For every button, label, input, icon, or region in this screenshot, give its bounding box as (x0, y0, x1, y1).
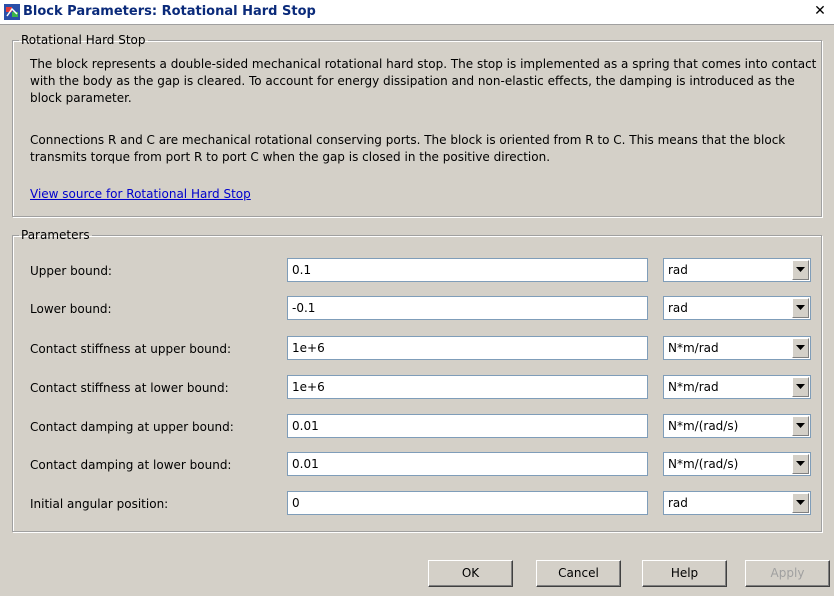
chevron-down-icon[interactable] (792, 298, 809, 318)
initial-position-unit-select[interactable]: rad (663, 491, 811, 515)
stiffness-lower-unit-select[interactable]: N*m/rad (663, 375, 811, 399)
upper-bound-unit-select[interactable]: rad (663, 258, 811, 282)
help-button[interactable]: Help (642, 560, 727, 587)
lower-bound-unit-value: rad (668, 301, 688, 315)
damping-lower-input[interactable] (287, 452, 648, 476)
initial-position-input[interactable] (287, 491, 648, 515)
stiffness-upper-unit-select[interactable]: N*m/rad (663, 336, 811, 360)
block-group-legend: Rotational Hard Stop (21, 33, 146, 47)
chevron-down-icon[interactable] (792, 338, 809, 358)
window-title: Block Parameters: Rotational Hard Stop (23, 4, 316, 19)
apply-button[interactable]: Apply (745, 560, 830, 587)
upper-bound-input[interactable] (287, 258, 648, 282)
close-icon[interactable]: ✕ (812, 3, 828, 19)
param-label-lower-bound: Lower bound: (30, 302, 112, 316)
view-source-link[interactable]: View source for Rotational Hard Stop (30, 187, 251, 201)
stiffness-lower-input[interactable] (287, 375, 648, 399)
damping-lower-unit-select[interactable]: N*m/(rad/s) (663, 452, 811, 476)
block-description-text-2: Connections R and C are mechanical rotat… (30, 133, 786, 164)
ok-button[interactable]: OK (428, 560, 513, 587)
stiffness-upper-input[interactable] (287, 336, 648, 360)
stiffness-upper-unit-value: N*m/rad (668, 341, 719, 355)
param-label-stiffness-upper: Contact stiffness at upper bound: (30, 342, 232, 356)
param-label-damping-upper: Contact damping at upper bound: (30, 420, 234, 434)
lower-bound-input[interactable] (287, 296, 648, 320)
block-parameters-dialog: Block Parameters: Rotational Hard Stop ✕… (0, 0, 834, 596)
damping-upper-unit-select[interactable]: N*m/(rad/s) (663, 414, 811, 438)
lower-bound-unit-select[interactable]: rad (663, 296, 811, 320)
simulink-block-icon (4, 4, 20, 20)
param-label-stiffness-lower: Contact stiffness at lower bound: (30, 381, 229, 395)
upper-bound-unit-value: rad (668, 263, 688, 277)
block-description-text-1: The block represents a double-sided mech… (30, 57, 817, 105)
stiffness-lower-unit-value: N*m/rad (668, 380, 719, 394)
initial-position-unit-value: rad (668, 496, 688, 510)
title-bar[interactable]: Block Parameters: Rotational Hard Stop ✕ (0, 0, 834, 25)
chevron-down-icon[interactable] (792, 454, 809, 474)
param-label-damping-lower: Contact damping at lower bound: (30, 458, 232, 472)
param-label-upper-bound: Upper bound: (30, 264, 112, 278)
parameters-legend: Parameters (21, 228, 90, 242)
chevron-down-icon[interactable] (792, 416, 809, 436)
damping-lower-unit-value: N*m/(rad/s) (668, 457, 739, 471)
damping-upper-unit-value: N*m/(rad/s) (668, 419, 739, 433)
cancel-button[interactable]: Cancel (536, 560, 621, 587)
chevron-down-icon[interactable] (792, 260, 809, 280)
param-label-initial-position: Initial angular position: (30, 497, 169, 511)
damping-upper-input[interactable] (287, 414, 648, 438)
chevron-down-icon[interactable] (792, 377, 809, 397)
chevron-down-icon[interactable] (792, 493, 809, 513)
